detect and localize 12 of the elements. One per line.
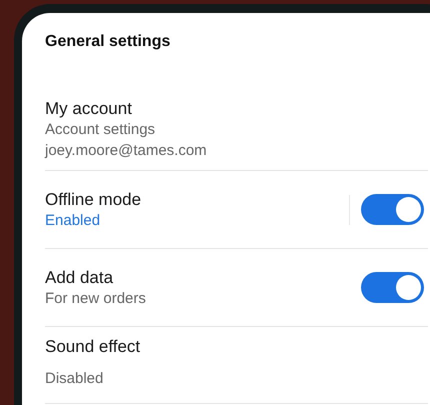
section-title: General settings <box>45 32 172 52</box>
item-subtitle: Account settings <box>45 120 156 140</box>
toggle-switch[interactable] <box>361 194 424 225</box>
item-value: Disabled <box>45 369 104 389</box>
item-subtitle: joey.moore@tames.com <box>45 141 208 161</box>
item-title[interactable]: Sound effect <box>45 336 428 357</box>
item-subtitle: Enabled <box>45 210 102 230</box>
item-title[interactable]: My account <box>45 98 428 119</box>
item-title: Add data <box>45 266 114 288</box>
item-subtitle: For new orders <box>45 288 147 308</box>
toggle-switch[interactable] <box>361 272 424 303</box>
item-title: Offline mode <box>45 188 142 210</box>
